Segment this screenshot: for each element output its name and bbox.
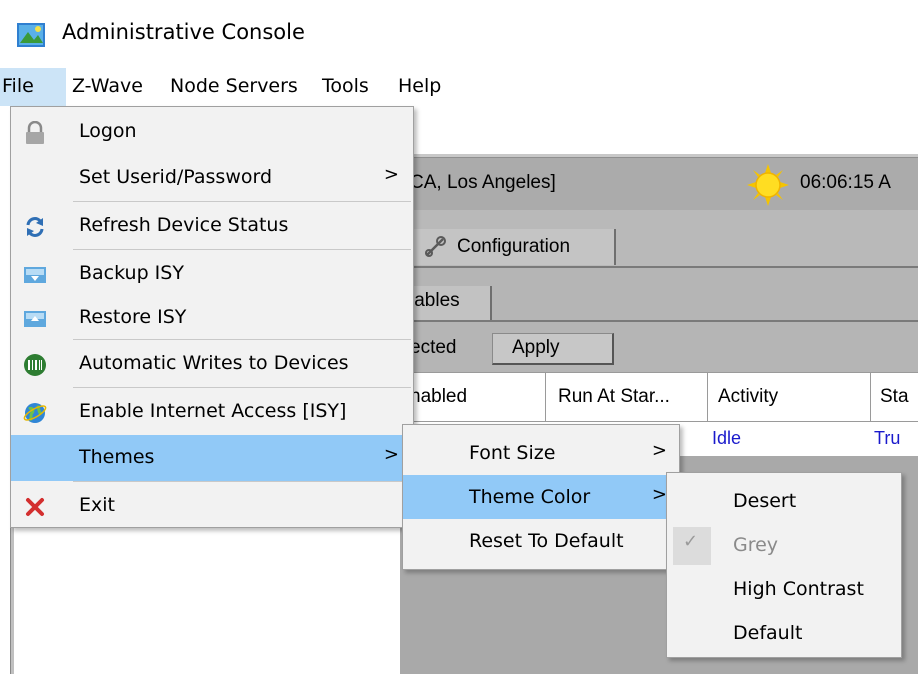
- column-divider: [545, 372, 546, 422]
- column-header-enabled[interactable]: nabled: [410, 386, 467, 408]
- cell-status: Tru: [874, 428, 901, 448]
- menu-file[interactable]: File: [2, 75, 34, 97]
- column-header-run-at-startup[interactable]: Run At Star...: [558, 386, 670, 408]
- menu-separator: [73, 387, 411, 388]
- submenu-arrow-icon: >: [383, 164, 399, 185]
- menu-item-theme-color[interactable]: Theme Color >: [403, 475, 679, 519]
- submenu-arrow-icon: >: [651, 440, 667, 461]
- menu-item-label: Font Size: [469, 442, 556, 464]
- status-location: CA, Los Angeles]: [410, 172, 556, 193]
- column-header-status[interactable]: Sta: [880, 386, 909, 408]
- menu-item-label: High Contrast: [733, 578, 864, 600]
- menu-item-high-contrast[interactable]: High Contrast: [667, 567, 901, 611]
- tab-configuration-label: Configuration: [457, 236, 571, 257]
- menu-item-label: Reset To Default: [469, 530, 624, 552]
- menu-help[interactable]: Help: [398, 75, 441, 97]
- menu-item-label: Themes: [79, 446, 155, 468]
- menu-zwave[interactable]: Z-Wave: [72, 75, 143, 97]
- menu-separator: [73, 249, 411, 250]
- lock-icon: [26, 121, 44, 144]
- close-icon: [26, 498, 44, 516]
- menu-item-label: Exit: [79, 494, 115, 516]
- menu-item-desert[interactable]: Desert: [667, 479, 901, 523]
- menu-item-grey[interactable]: ✓ Grey: [667, 523, 901, 567]
- menu-item-enable-internet-access[interactable]: Enable Internet Access [ISY]: [11, 389, 413, 435]
- menu-item-label: Refresh Device Status: [79, 214, 289, 236]
- menu-item-set-userid-password[interactable]: Set Userid/Password >: [11, 155, 413, 201]
- menu-item-label: Theme Color: [469, 486, 591, 508]
- menu-separator: [73, 339, 411, 340]
- column-divider: [707, 372, 708, 422]
- menu-item-label: Automatic Writes to Devices: [79, 352, 349, 374]
- restore-icon: [24, 311, 46, 327]
- menu-item-automatic-writes[interactable]: Automatic Writes to Devices: [11, 341, 413, 387]
- menu-node-servers[interactable]: Node Servers: [170, 75, 298, 97]
- column-header-activity[interactable]: Activity: [718, 386, 778, 408]
- menu-item-reset-to-default[interactable]: Reset To Default: [403, 519, 679, 563]
- menu-item-label: Grey: [733, 534, 779, 556]
- menu-item-label: Set Userid/Password: [79, 166, 273, 188]
- menu-item-default[interactable]: Default: [667, 611, 901, 655]
- apply-button-label: Apply: [512, 337, 560, 358]
- refresh-icon: [26, 217, 44, 237]
- menu-item-label: Restore ISY: [79, 306, 187, 328]
- themes-submenu: Font Size > Theme Color > Reset To Defau…: [402, 424, 680, 570]
- menu-item-font-size[interactable]: Font Size >: [403, 431, 679, 475]
- window-edge: [10, 520, 14, 674]
- globe-icon: [23, 403, 47, 423]
- menu-separator: [73, 481, 411, 482]
- barcode-icon: [24, 354, 46, 376]
- toolbar-area: [410, 106, 918, 156]
- sun-icon: [747, 164, 789, 206]
- cell-activity: Idle: [712, 428, 742, 448]
- checkmark-icon: ✓: [683, 531, 699, 552]
- menu-item-logon[interactable]: Logon: [11, 109, 413, 155]
- menu-item-label: Logon: [79, 120, 137, 142]
- submenu-arrow-icon: >: [651, 484, 667, 505]
- menu-item-refresh-device-status[interactable]: Refresh Device Status: [11, 203, 413, 249]
- file-menu: Logon Set Userid/Password > Refresh Devi…: [10, 106, 414, 528]
- backup-icon: [24, 267, 46, 283]
- menu-item-label: Desert: [733, 490, 797, 512]
- menu-item-label: Default: [733, 622, 803, 644]
- configuration-icon: [425, 236, 446, 257]
- window-title: Administrative Console: [62, 20, 305, 44]
- selected-label: ected: [410, 337, 457, 358]
- theme-color-submenu: Desert ✓ Grey High Contrast Default: [666, 472, 902, 658]
- menu-item-label: Enable Internet Access [ISY]: [79, 400, 347, 422]
- menu-item-backup-isy[interactable]: Backup ISY: [11, 251, 413, 297]
- submenu-arrow-icon: >: [383, 444, 399, 465]
- menu-item-themes[interactable]: Themes >: [11, 435, 413, 481]
- column-divider: [870, 372, 871, 422]
- menu-item-exit[interactable]: Exit: [11, 483, 413, 529]
- tab-variables-label: iables: [410, 290, 460, 311]
- app-icon: [17, 23, 45, 47]
- status-time: 06:06:15 A: [800, 172, 891, 193]
- menu-item-label: Backup ISY: [79, 262, 184, 284]
- menu-separator: [73, 201, 411, 202]
- menu-tools[interactable]: Tools: [322, 75, 369, 97]
- action-row: [400, 322, 918, 372]
- menu-item-restore-isy[interactable]: Restore ISY: [11, 295, 413, 341]
